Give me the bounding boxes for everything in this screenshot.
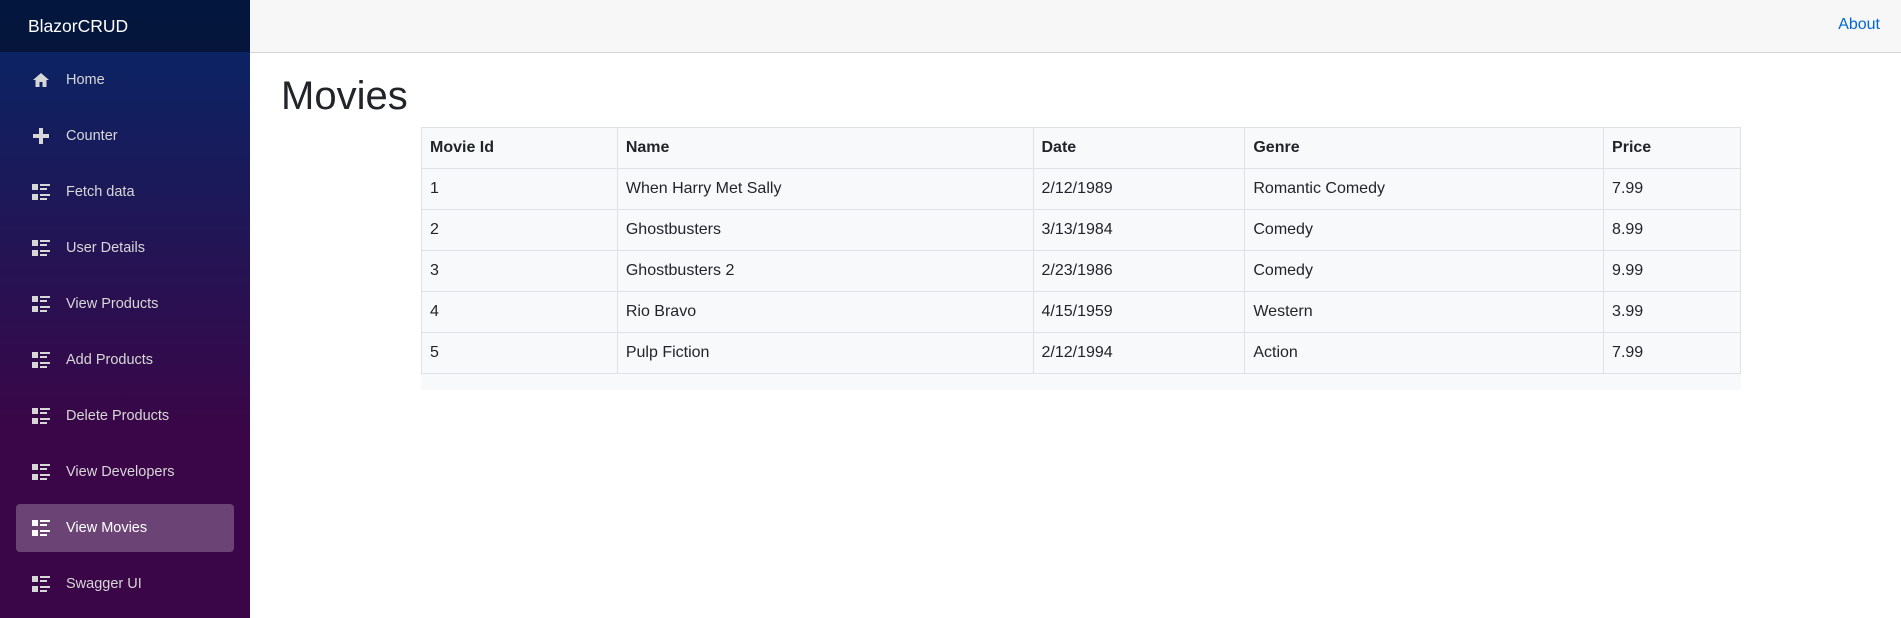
cell-movie-id: 4: [421, 291, 618, 333]
cell-genre: Action: [1244, 332, 1605, 374]
about-link[interactable]: About: [1838, 16, 1880, 34]
home-icon: [32, 71, 50, 89]
column-header-name: Name: [616, 127, 1034, 169]
cell-name: Ghostbusters: [616, 209, 1034, 251]
cell-date: 2/12/1994: [1032, 332, 1246, 374]
sidebar-item-add-products[interactable]: Add Products: [16, 336, 234, 384]
cell-name: When Harry Met Sally: [616, 168, 1034, 210]
brand-title[interactable]: BlazorCRUD: [28, 16, 128, 37]
table-header-row: Movie Id Name Date Genre Price: [421, 127, 1741, 169]
cell-name: Ghostbusters 2: [616, 250, 1034, 292]
cell-price: 9.99: [1603, 250, 1741, 292]
sidebar-item-delete-products[interactable]: Delete Products: [16, 392, 234, 440]
sidebar-item-label: View Developers: [66, 464, 175, 480]
sidebar-item-label: Swagger UI: [66, 576, 142, 592]
list-rich-icon: [32, 239, 50, 257]
sidebar-item-user-details[interactable]: User Details: [16, 224, 234, 272]
list-rich-icon: [32, 575, 50, 593]
cell-price: 7.99: [1603, 168, 1741, 210]
column-header-genre: Genre: [1244, 127, 1605, 169]
sidebar-item-view-movies[interactable]: View Movies: [16, 504, 234, 552]
sidebar-item-label: User Details: [66, 240, 145, 256]
cell-date: 2/23/1986: [1032, 250, 1246, 292]
sidebar-item-label: View Products: [66, 296, 159, 312]
plus-icon: [32, 127, 50, 145]
sidebar: BlazorCRUD Home Counter Fetch data User …: [0, 0, 250, 618]
cell-name: Rio Bravo: [616, 291, 1034, 333]
sidebar-item-counter[interactable]: Counter: [16, 112, 234, 160]
movies-table: Movie Id Name Date Genre Price 1 When Ha…: [421, 127, 1741, 374]
cell-movie-id: 2: [421, 209, 618, 251]
table-row: 5 Pulp Fiction 2/12/1994 Action 7.99: [421, 332, 1741, 374]
page-title: Movies: [281, 74, 408, 118]
list-rich-icon: [32, 351, 50, 369]
movies-table-container: Movie Id Name Date Genre Price 1 When Ha…: [421, 127, 1741, 390]
cell-movie-id: 5: [421, 332, 618, 374]
cell-movie-id: 1: [421, 168, 618, 210]
top-bar: About: [250, 0, 1901, 53]
cell-date: 3/13/1984: [1032, 209, 1246, 251]
table-row: 3 Ghostbusters 2 2/23/1986 Comedy 9.99: [421, 250, 1741, 292]
sidebar-item-view-developers[interactable]: View Developers: [16, 448, 234, 496]
cell-genre: Romantic Comedy: [1244, 168, 1605, 210]
sidebar-item-view-products[interactable]: View Products: [16, 280, 234, 328]
list-rich-icon: [32, 463, 50, 481]
brand-bar: BlazorCRUD: [0, 0, 250, 52]
list-rich-icon: [32, 295, 50, 313]
cell-date: 2/12/1989: [1032, 168, 1246, 210]
sidebar-nav: Home Counter Fetch data User Details Vie…: [0, 52, 250, 608]
cell-price: 8.99: [1603, 209, 1741, 251]
cell-name: Pulp Fiction: [616, 332, 1034, 374]
sidebar-item-label: Home: [66, 72, 105, 88]
sidebar-item-label: Fetch data: [66, 184, 135, 200]
column-header-price: Price: [1603, 127, 1741, 169]
cell-date: 4/15/1959: [1032, 291, 1246, 333]
sidebar-item-label: Counter: [66, 128, 118, 144]
cell-genre: Comedy: [1244, 250, 1605, 292]
table-row: 1 When Harry Met Sally 2/12/1989 Romanti…: [421, 168, 1741, 210]
cell-price: 7.99: [1603, 332, 1741, 374]
sidebar-item-label: Delete Products: [66, 408, 170, 424]
cell-genre: Comedy: [1244, 209, 1605, 251]
cell-genre: Western: [1244, 291, 1605, 333]
list-rich-icon: [32, 183, 50, 201]
sidebar-item-fetch-data[interactable]: Fetch data: [16, 168, 234, 216]
table-row: 4 Rio Bravo 4/15/1959 Western 3.99: [421, 291, 1741, 333]
cell-movie-id: 3: [421, 250, 618, 292]
table-row: 2 Ghostbusters 3/13/1984 Comedy 8.99: [421, 209, 1741, 251]
sidebar-item-home[interactable]: Home: [16, 56, 234, 104]
column-header-movie-id: Movie Id: [421, 127, 618, 169]
list-rich-icon: [32, 407, 50, 425]
cell-price: 3.99: [1603, 291, 1741, 333]
list-rich-icon: [32, 519, 50, 537]
column-header-date: Date: [1032, 127, 1246, 169]
sidebar-item-label: Add Products: [66, 352, 154, 368]
sidebar-item-label: View Movies: [66, 520, 148, 536]
sidebar-item-swagger-ui[interactable]: Swagger UI: [16, 560, 234, 608]
